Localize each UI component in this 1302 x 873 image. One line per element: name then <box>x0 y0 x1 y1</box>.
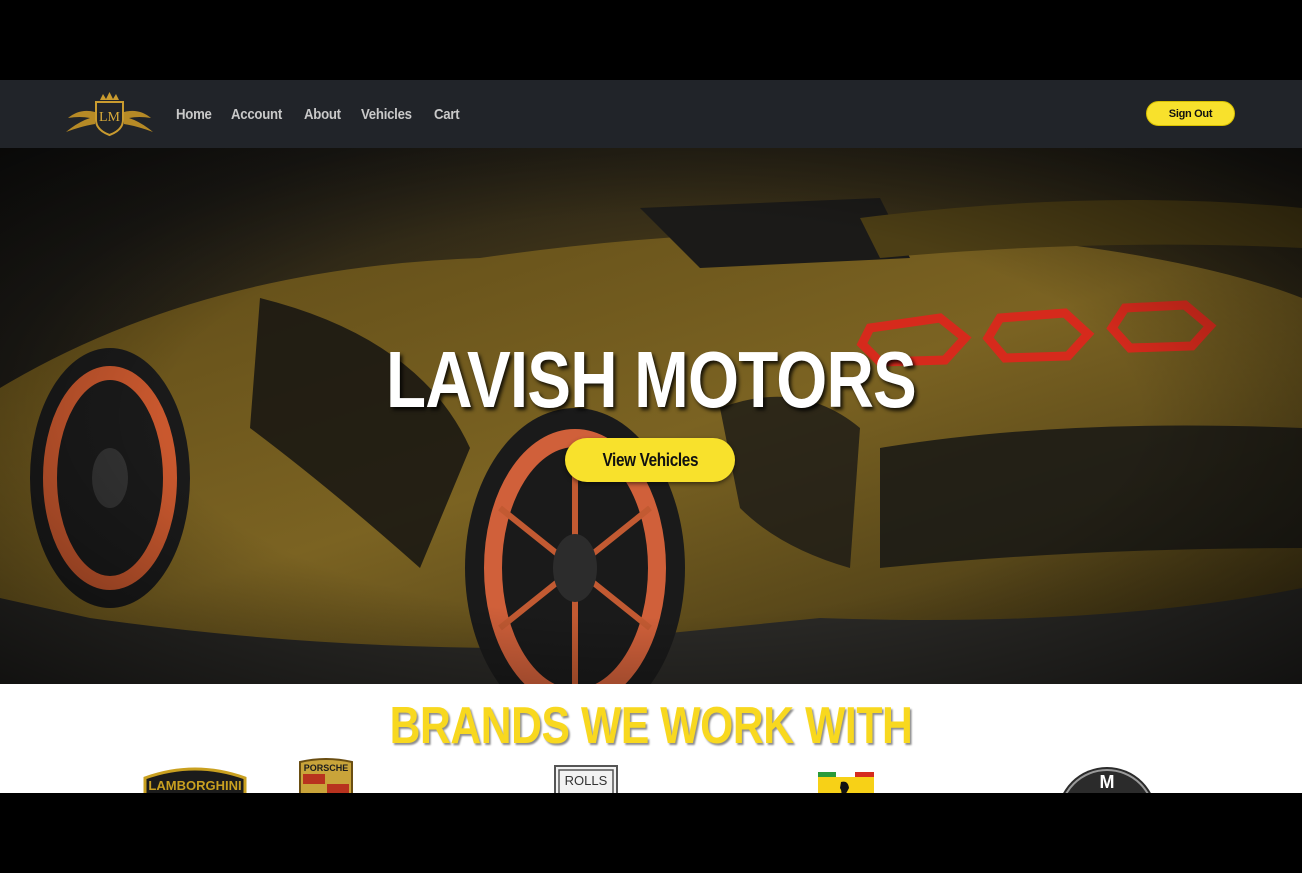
site-logo[interactable]: LM <box>62 90 157 138</box>
nav-account[interactable]: Account <box>231 106 282 123</box>
lamborghini-logo-text: LAMBORGHINI <box>148 778 241 793</box>
ferrari-logo[interactable] <box>816 772 876 793</box>
top-letterbox <box>0 0 1302 80</box>
sign-out-button[interactable]: Sign Out <box>1146 101 1235 126</box>
rolls-royce-logo-text: ROLLS <box>565 773 608 788</box>
bmw-logo[interactable]: M <box>1056 766 1158 793</box>
bmw-logo-text: M <box>1100 772 1115 792</box>
porsche-logo[interactable]: PORSCHE <box>297 758 355 793</box>
nav-home[interactable]: Home <box>176 106 212 123</box>
hero-title: LAVISH MOTORS <box>386 335 917 424</box>
logo-text: LM <box>99 110 121 125</box>
lamborghini-logo[interactable]: LAMBORGHINI <box>142 766 248 793</box>
nav-vehicles[interactable]: Vehicles <box>361 106 412 123</box>
view-vehicles-button[interactable]: View Vehicles <box>565 438 735 482</box>
brands-section: BRANDS WE WORK WITH LAMBORGHINI PORSCHE … <box>0 684 1302 793</box>
nav-about[interactable]: About <box>304 106 341 123</box>
porsche-logo-text: PORSCHE <box>304 763 349 773</box>
nav-cart[interactable]: Cart <box>434 106 460 123</box>
brands-title: BRANDS WE WORK WITH <box>389 697 913 755</box>
rolls-royce-logo[interactable]: ROLLS <box>553 764 619 793</box>
main-nav: Home Account About Vehicles Cart <box>176 80 463 148</box>
view-vehicles-label: View Vehicles <box>602 449 698 470</box>
bottom-letterbox <box>0 793 1302 873</box>
